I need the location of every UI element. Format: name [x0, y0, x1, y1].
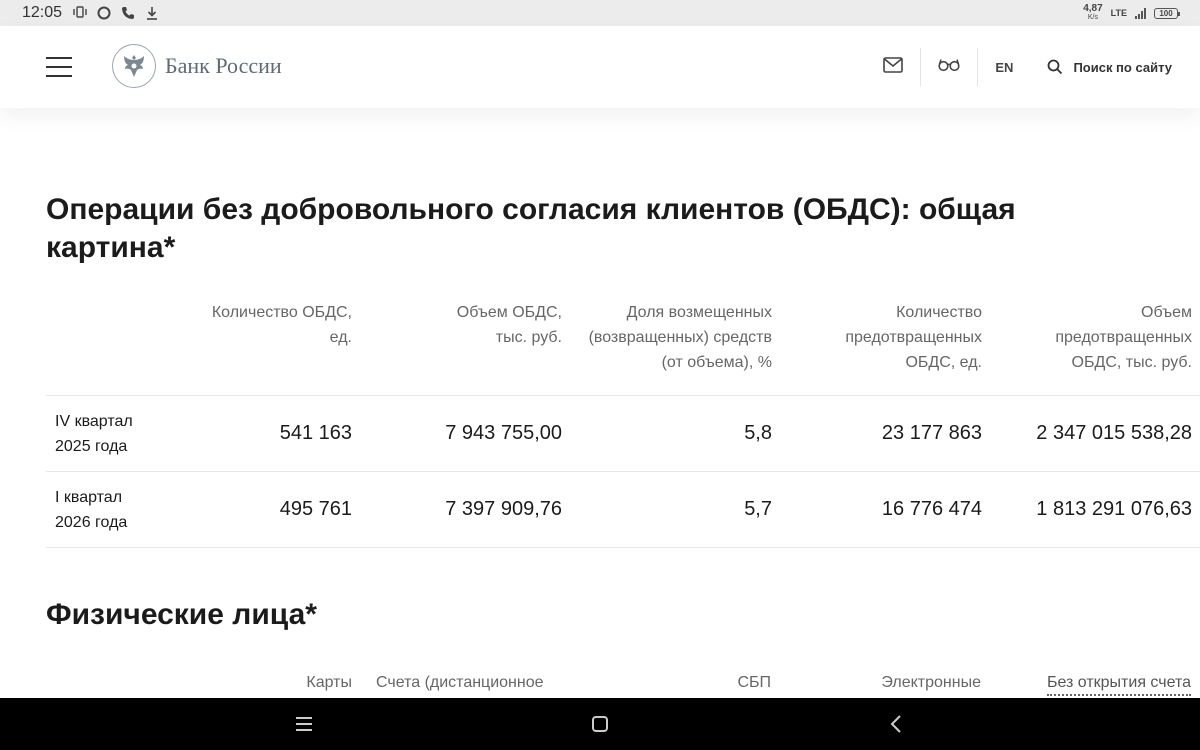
- chat-icon: [96, 6, 112, 20]
- table-cell: 495 761: [168, 471, 360, 548]
- table-cell: 5,8: [570, 395, 780, 472]
- mail-icon: [883, 56, 904, 78]
- table-header: Количество ОБДС, ед.: [168, 300, 360, 396]
- column-header: СБП: [737, 674, 771, 691]
- table-header: Количество предотвращенных ОБДС, ед.: [780, 300, 990, 396]
- table-cell: 2 347 015 538,28: [990, 395, 1200, 472]
- table-cell: 541 163: [168, 395, 360, 472]
- table-row: I квартал 2026 года 495 761 7 397 909,76…: [46, 471, 1200, 548]
- column-header-link[interactable]: Без открытия счета: [1046, 674, 1191, 696]
- main-content: Операции без добровольного согласия клие…: [0, 108, 1200, 698]
- back-button[interactable]: [884, 712, 908, 736]
- column-header: Карты: [306, 674, 352, 691]
- site-search-button[interactable]: Поиск по сайту: [1030, 26, 1172, 108]
- download-icon: [144, 6, 160, 20]
- battery-icon: 100: [1154, 7, 1180, 19]
- home-icon: [592, 716, 608, 732]
- section-title: Физические лица*: [46, 598, 317, 631]
- accessibility-button[interactable]: [921, 26, 977, 108]
- menu-icon[interactable]: [46, 57, 72, 77]
- search-label: Поиск по сайту: [1073, 59, 1172, 75]
- page-title: Операции без добровольного согласия клие…: [46, 193, 1016, 264]
- column-header: Счета (дистанционное: [376, 674, 544, 691]
- mail-button[interactable]: [866, 26, 920, 108]
- site-logo[interactable]: Банк России: [112, 44, 282, 88]
- table-cell: 5,7: [570, 471, 780, 548]
- status-bar: 12:05 4,87 K/s LTE 100: [0, 0, 1200, 26]
- back-icon: [890, 715, 901, 733]
- row-label: IV квартал 2025 года: [46, 395, 168, 472]
- home-button[interactable]: [588, 712, 612, 736]
- table-cell: 23 177 863: [780, 395, 990, 472]
- obds-table: Количество ОБДС, ед. Объем ОБДС, тыс. ру…: [46, 300, 1200, 548]
- recent-apps-button[interactable]: [292, 712, 316, 736]
- net-speed: 4,87 K/s: [1083, 3, 1103, 22]
- table-header: [46, 300, 168, 396]
- glasses-icon: [938, 58, 960, 77]
- table-cell: 1 813 291 076,63: [990, 471, 1200, 548]
- recent-apps-icon: [296, 717, 312, 731]
- system-nav-bar: [0, 698, 1200, 750]
- table-row: IV квартал 2025 года 541 163 7 943 755,0…: [46, 395, 1200, 472]
- table-header: Объем предотвращенных ОБДС, тыс. руб.: [990, 300, 1200, 396]
- network-type: LTE: [1110, 8, 1127, 18]
- site-header: Банк России EN Поиск по сайту: [0, 26, 1200, 108]
- column-header: Электронные: [881, 674, 981, 691]
- call-icon: [120, 6, 136, 20]
- table-header-row: Количество ОБДС, ед. Объем ОБДС, тыс. ру…: [46, 300, 1200, 396]
- table-cell: 7 397 909,76: [360, 471, 570, 548]
- table-cell: 7 943 755,00: [360, 395, 570, 472]
- row-label: I квартал 2026 года: [46, 471, 168, 548]
- logo-text: Банк России: [165, 53, 282, 78]
- emblem-icon: [112, 44, 156, 88]
- vibrate-icon: [72, 6, 88, 20]
- signal-icon: [1135, 7, 1146, 19]
- search-icon: [1048, 59, 1063, 75]
- table-header: Объем ОБДС, тыс. руб.: [360, 300, 570, 396]
- language-switch[interactable]: EN: [978, 26, 1030, 108]
- status-time: 12:05: [22, 4, 63, 21]
- table-header: Доля возмещенных (возвращенных) средств …: [570, 300, 780, 396]
- table-cell: 16 776 474: [780, 471, 990, 548]
